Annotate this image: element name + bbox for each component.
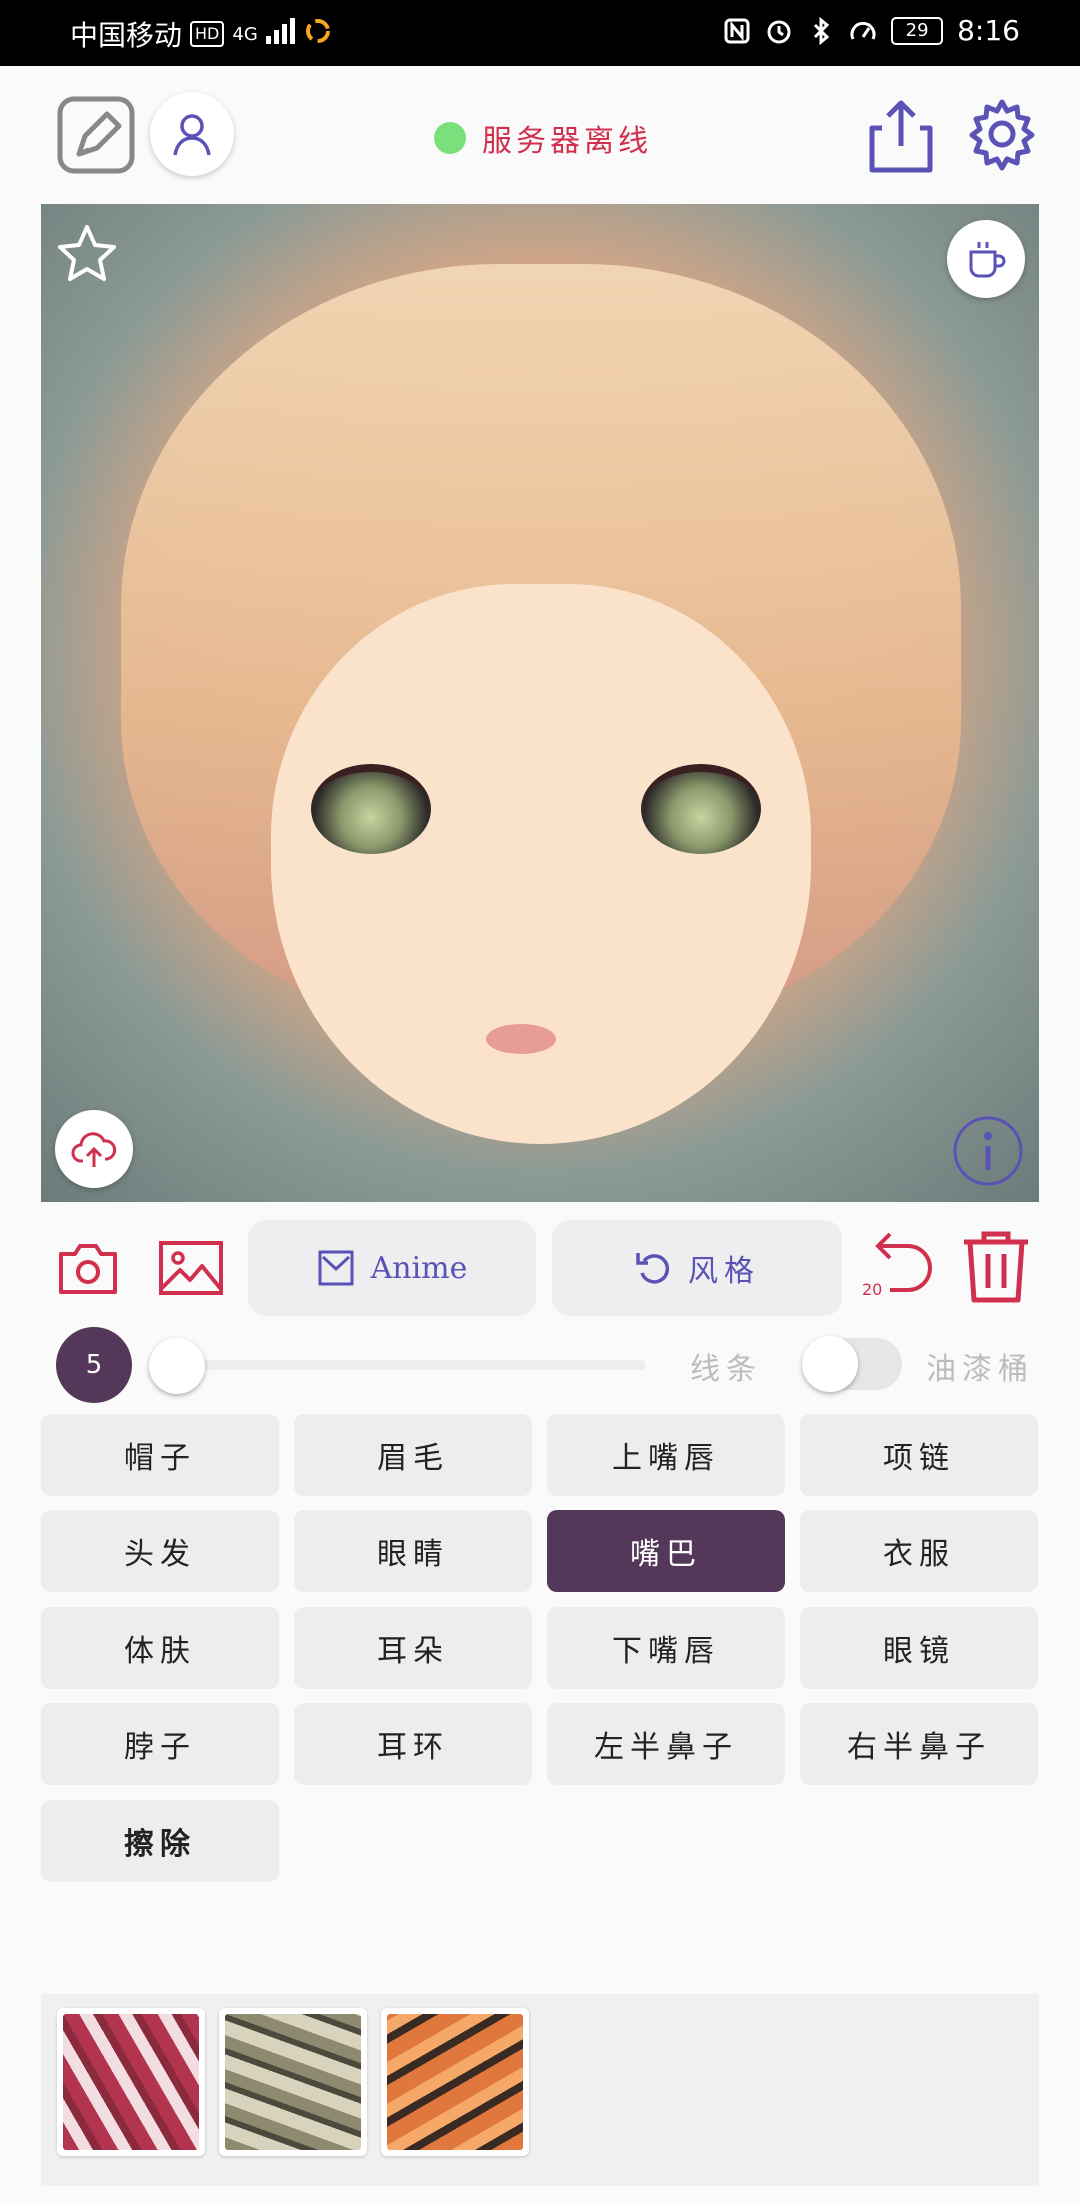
style-thumbnail-tray	[41, 1994, 1039, 2186]
part-button-upper-lip[interactable]: 上嘴唇	[547, 1414, 785, 1496]
checkbox-mail-icon	[318, 1250, 354, 1286]
right-eye-region	[641, 764, 761, 854]
part-button-glasses[interactable]: 眼镜	[800, 1607, 1038, 1689]
image-icon	[159, 1241, 223, 1295]
status-dot	[434, 122, 466, 154]
part-button-necklace[interactable]: 项链	[800, 1414, 1038, 1496]
part-button-skin[interactable]: 体肤	[41, 1607, 279, 1689]
part-button-eyebrows[interactable]: 眉毛	[294, 1414, 532, 1496]
battery-indicator: 29	[891, 16, 944, 45]
brush-controls: 5 线条 油漆桶	[0, 1322, 1080, 1406]
part-button-neck[interactable]: 脖子	[41, 1703, 279, 1785]
part-button-lower-lip[interactable]: 下嘴唇	[547, 1607, 785, 1689]
sketch-edit-icon	[57, 96, 135, 174]
delete-button[interactable]	[958, 1226, 1034, 1306]
brush-size-slider-knob[interactable]	[149, 1338, 205, 1394]
tool-row: Anime 风格 20	[0, 1206, 1080, 1322]
camera-icon	[59, 1244, 117, 1294]
alarm-icon	[765, 17, 793, 45]
user-icon	[173, 114, 211, 156]
carrier-label: 中国移动	[70, 19, 183, 52]
part-button-ears[interactable]: 耳朵	[294, 1607, 532, 1689]
hd-badge: HD	[190, 21, 225, 47]
line-label: 线条	[690, 1352, 762, 1387]
bluetooth-icon	[807, 16, 835, 45]
style-thumbnail[interactable]	[57, 2008, 205, 2156]
coffee-button[interactable]	[947, 220, 1025, 298]
share-icon	[869, 100, 933, 173]
undo-count: 20	[862, 1280, 883, 1299]
face-region	[271, 584, 811, 1144]
left-eye-region	[311, 764, 431, 854]
network-label: 4G	[232, 23, 258, 45]
profile-button[interactable]	[150, 92, 234, 176]
style-swatch-orange	[387, 2014, 523, 2150]
style-thumbnail[interactable]	[219, 2008, 367, 2156]
part-button-hair[interactable]: 头发	[41, 1510, 279, 1592]
mode-label: Anime	[370, 1250, 468, 1286]
favorite-button[interactable]	[55, 222, 119, 286]
style-button[interactable]: 风格	[552, 1220, 842, 1316]
mouth-region	[486, 1024, 556, 1054]
signal-icon	[265, 17, 296, 51]
top-bar: 服务器离线	[0, 66, 1080, 204]
drawing-canvas[interactable]	[41, 204, 1039, 1202]
undo-button[interactable]: 20	[860, 1228, 936, 1308]
bucket-toggle[interactable]	[802, 1336, 902, 1392]
brush-size-indicator[interactable]: 5	[56, 1327, 132, 1403]
star-icon	[58, 225, 116, 281]
part-button-left-nose[interactable]: 左半鼻子	[547, 1703, 785, 1785]
speed-icon	[849, 17, 877, 45]
part-button-mouth[interactable]: 嘴巴	[547, 1510, 785, 1592]
gear-icon	[969, 99, 1035, 171]
bucket-toggle-knob	[802, 1336, 858, 1392]
style-label: 风格	[688, 1254, 760, 1289]
part-button-right-nose[interactable]: 右半鼻子	[800, 1703, 1038, 1785]
camera-button[interactable]	[56, 1236, 120, 1300]
info-button[interactable]	[951, 1114, 1025, 1188]
trash-icon	[964, 1231, 1028, 1303]
server-status-label: 服务器离线	[482, 124, 652, 159]
clock: 8:16	[957, 14, 1020, 47]
gallery-button[interactable]	[156, 1236, 226, 1300]
style-swatch-stone	[225, 2014, 361, 2150]
settings-button[interactable]	[962, 94, 1042, 174]
style-swatch-red	[63, 2014, 199, 2150]
sync-icon	[304, 17, 332, 52]
part-button-hat[interactable]: 帽子	[41, 1414, 279, 1496]
share-button[interactable]	[862, 96, 940, 176]
refresh-icon	[636, 1253, 670, 1284]
status-bar: 中国移动 HD 4G 29 8:16	[0, 0, 1080, 66]
server-status: 服务器离线	[434, 116, 652, 160]
part-button-clothes[interactable]: 衣服	[800, 1510, 1038, 1592]
edit-sketch-button[interactable]	[57, 96, 135, 174]
bucket-label: 油漆桶	[926, 1352, 1034, 1387]
upload-button[interactable]	[55, 1110, 133, 1188]
brush-size-slider-track[interactable]	[150, 1360, 646, 1370]
coffee-cup-icon	[969, 242, 1006, 278]
cloud-upload-icon	[71, 1132, 117, 1167]
nfc-icon	[723, 17, 751, 45]
part-button-eyes[interactable]: 眼睛	[294, 1510, 532, 1592]
mode-select-button[interactable]: Anime	[248, 1220, 536, 1316]
part-button-earrings[interactable]: 耳环	[294, 1703, 532, 1785]
info-icon	[953, 1116, 1023, 1186]
style-thumbnail[interactable]	[381, 2008, 529, 2156]
part-button-erase[interactable]: 擦除	[41, 1800, 279, 1882]
